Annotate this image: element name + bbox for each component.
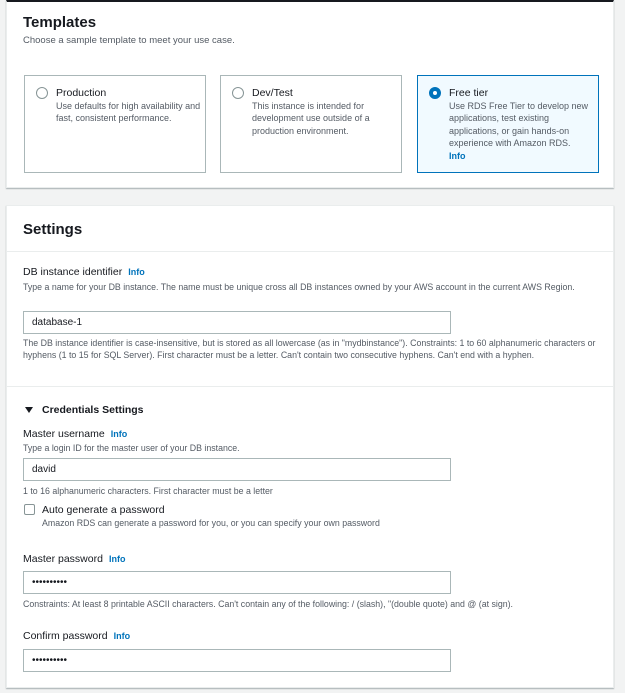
free-tier-title: Free tier [449, 87, 489, 99]
master-password-input[interactable] [23, 571, 451, 594]
production-title: Production [56, 87, 107, 99]
master-username-input[interactable] [23, 458, 451, 481]
confirm-password-input[interactable] [23, 649, 451, 672]
db-identifier-label-row: DB instance identifier Info [23, 266, 145, 278]
free-tier-description: Use RDS Free Tier to develop new applica… [449, 101, 589, 149]
section-divider [7, 386, 613, 387]
template-production-tile[interactable]: Production Use defaults for high availab… [24, 75, 206, 173]
credentials-settings-toggle[interactable]: Credentials Settings [25, 404, 144, 416]
master-password-constraint: Constraints: At least 8 printable ASCII … [23, 599, 513, 609]
master-username-info-link[interactable]: Info [111, 429, 128, 439]
db-identifier-label: DB instance identifier [23, 266, 123, 278]
master-password-label: Master password [23, 553, 103, 565]
templates-title: Templates [23, 14, 97, 31]
master-username-label-row: Master username Info [23, 428, 127, 440]
confirm-password-label: Confirm password [23, 630, 108, 642]
credentials-settings-title: Credentials Settings [42, 404, 144, 416]
master-password-info-link[interactable]: Info [109, 554, 126, 564]
devtest-title: Dev/Test [252, 87, 293, 99]
auto-generate-password-checkbox[interactable] [24, 504, 35, 515]
master-password-label-row: Master password Info [23, 553, 125, 565]
confirm-password-info-link[interactable]: Info [114, 631, 131, 641]
templates-subtitle: Choose a sample template to meet your us… [23, 35, 235, 46]
db-identifier-input[interactable] [23, 311, 451, 334]
production-radio[interactable] [36, 87, 48, 99]
auto-generate-password-label[interactable]: Auto generate a password [42, 504, 165, 516]
db-identifier-description: Type a name for your DB instance. The na… [23, 282, 575, 292]
production-description: Use defaults for high availability and f… [56, 101, 201, 124]
settings-header: Settings [7, 206, 613, 252]
master-username-description: Type a login ID for the master user of y… [23, 443, 240, 453]
auto-generate-password-description: Amazon RDS can generate a password for y… [42, 518, 380, 528]
db-identifier-info-link[interactable]: Info [128, 267, 145, 277]
settings-panel: Settings DB instance identifier Info Type… [6, 205, 614, 688]
caret-down-icon [25, 407, 33, 413]
free-tier-radio[interactable] [429, 87, 441, 99]
confirm-password-label-row: Confirm password Info [23, 630, 130, 642]
db-identifier-constraint: The DB instance identifier is case-insen… [23, 338, 596, 360]
devtest-description: This instance is intended for developmen… [252, 101, 370, 136]
settings-title: Settings [23, 221, 83, 238]
master-username-constraint: 1 to 16 alphanumeric characters. First c… [23, 486, 273, 496]
template-free-tier-tile[interactable]: Free tier Use RDS Free Tier to develop n… [417, 75, 599, 173]
master-username-label: Master username [23, 428, 105, 440]
free-tier-description-block: Use RDS Free Tier to develop new applica… [449, 100, 594, 162]
devtest-radio[interactable] [232, 87, 244, 99]
free-tier-info-link[interactable]: Info [449, 151, 466, 161]
templates-panel: Templates Choose a sample template to me… [6, 0, 614, 188]
template-devtest-tile[interactable]: Dev/Test This instance is intended for d… [220, 75, 402, 173]
